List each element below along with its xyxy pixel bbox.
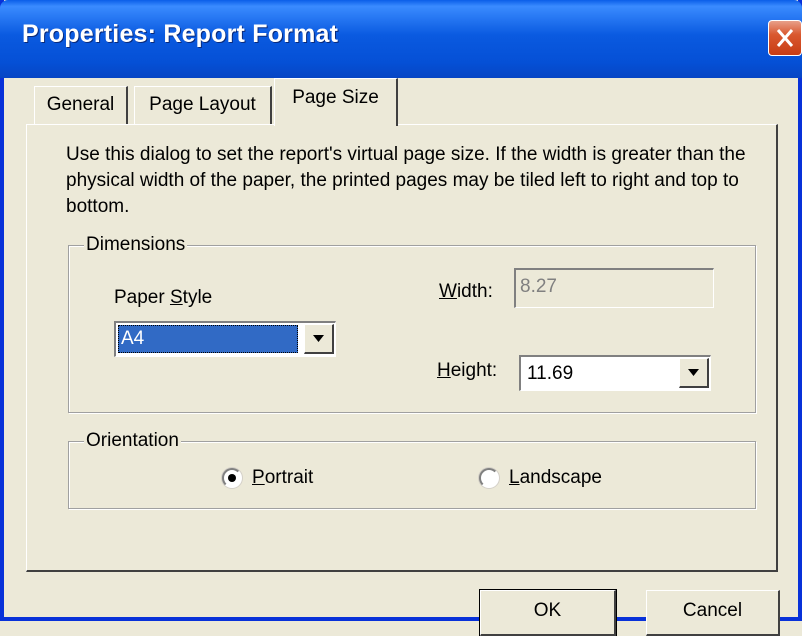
dimensions-group-label: Dimensions xyxy=(84,234,188,256)
portrait-label[interactable]: Portrait xyxy=(252,467,313,489)
description-text: Use this dialog to set the report's virt… xyxy=(66,144,746,217)
height-value: 11.69 xyxy=(527,363,574,384)
tab-page-layout[interactable]: Page Layout xyxy=(134,86,272,124)
height-combobox[interactable]: 11.69 xyxy=(519,355,711,391)
paper-style-label: Paper Style xyxy=(114,287,213,308)
portrait-radio[interactable] xyxy=(222,468,242,488)
chevron-down-icon xyxy=(313,335,324,342)
chevron-down-icon xyxy=(688,369,699,376)
radio-selected-dot xyxy=(228,474,236,482)
paper-style-combobox[interactable]: A4 xyxy=(114,321,336,357)
height-dropdown-button[interactable] xyxy=(679,358,709,388)
height-label: Height: xyxy=(437,360,498,381)
orientation-group-label: Orientation xyxy=(84,430,181,452)
width-field[interactable]: 8.27 xyxy=(514,268,714,308)
dialog-window: Properties: Report Format General Page L… xyxy=(0,0,802,636)
landscape-radio[interactable] xyxy=(479,468,499,488)
tab-page-size[interactable]: Page Size xyxy=(274,78,398,126)
landscape-label[interactable]: Landscape xyxy=(509,467,602,489)
close-icon xyxy=(776,29,794,47)
paper-style-value: A4 xyxy=(118,325,298,353)
window-title: Properties: Report Format xyxy=(22,20,339,48)
tab-general[interactable]: General xyxy=(34,86,128,124)
ok-button[interactable]: OK xyxy=(479,589,617,636)
title-bar[interactable]: Properties: Report Format xyxy=(0,0,802,78)
width-label: Width: xyxy=(439,281,493,302)
cancel-button[interactable]: Cancel xyxy=(646,590,780,636)
paper-style-dropdown-button[interactable] xyxy=(304,324,334,354)
close-button[interactable] xyxy=(768,20,802,56)
